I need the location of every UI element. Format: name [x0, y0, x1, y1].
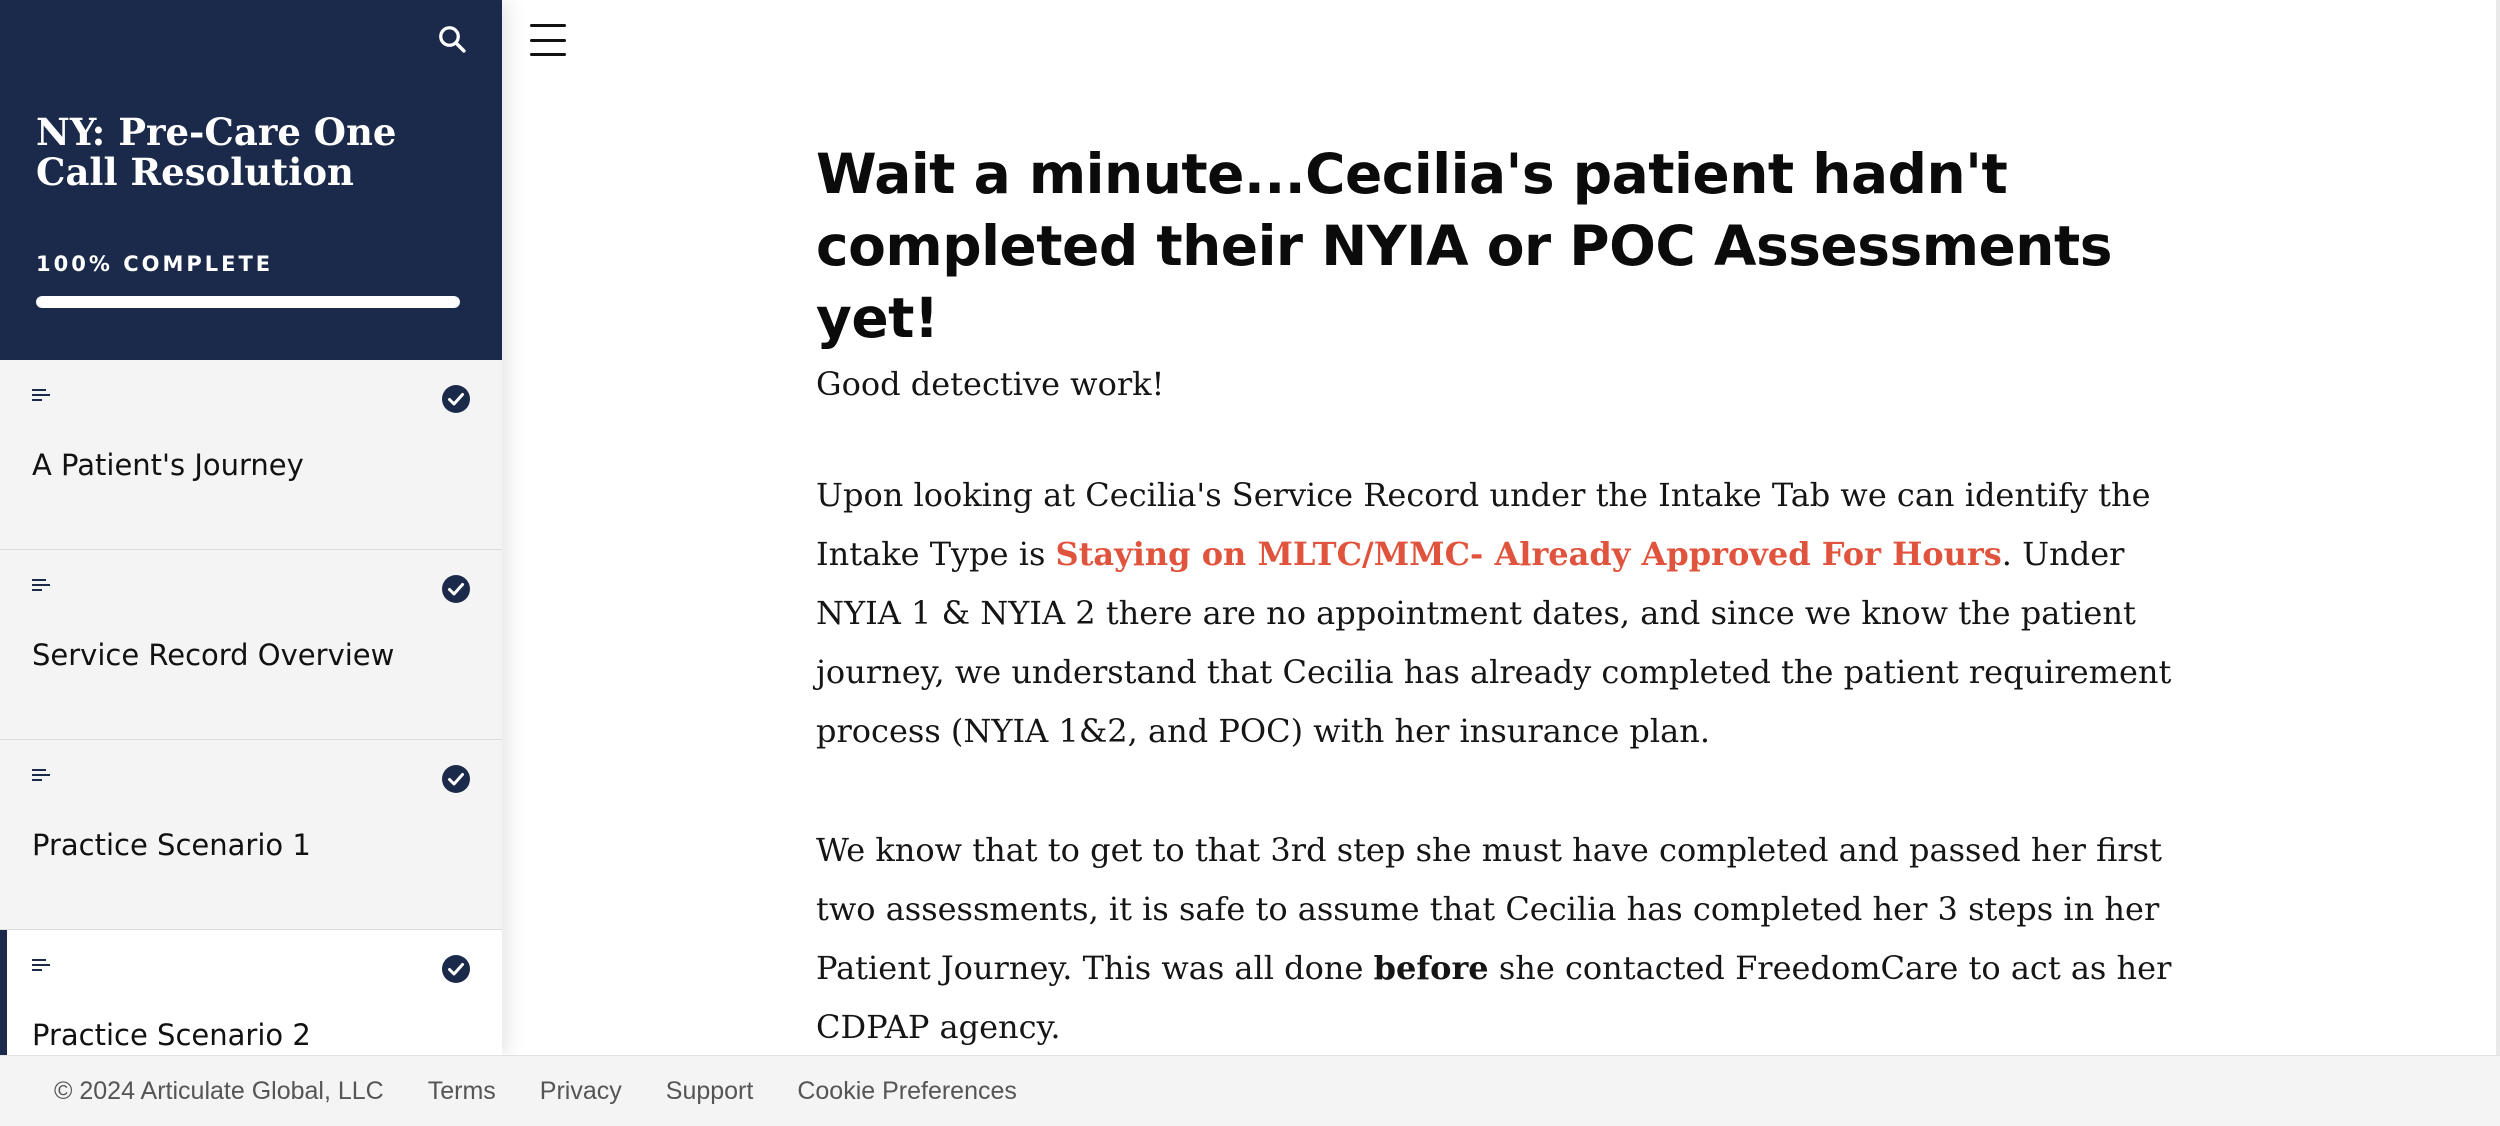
- progress-bar: [36, 296, 460, 308]
- lesson-heading: Wait a minute...Cecilia's patient hadn't…: [816, 142, 2113, 350]
- intake-type-highlight: Staying on MLTC/MMC- Already Approved Fo…: [1055, 535, 2002, 573]
- text-lines-icon: [32, 959, 50, 971]
- hamburger-menu-icon: [530, 53, 566, 56]
- text-lines-icon: [32, 389, 50, 401]
- text-lines-icon: [32, 769, 50, 781]
- sidebar-header: NY: Pre-Care One Call Resolution 100% CO…: [0, 0, 502, 360]
- scrollbar[interactable]: [2496, 0, 2500, 1055]
- lesson-title: A Patient's Journey: [32, 448, 304, 482]
- page-footer: © 2024 Articulate Global, LLC Terms Priv…: [0, 1055, 2500, 1126]
- text-lines-icon: [32, 579, 50, 591]
- course-sidebar: NY: Pre-Care One Call Resolution 100% CO…: [0, 0, 502, 1055]
- check-circle-icon: [442, 765, 470, 793]
- paragraph-journey: We know that to get to that 3rd step she…: [816, 821, 2196, 1057]
- menu-toggle-button[interactable]: [530, 24, 570, 56]
- lesson-title: Practice Scenario 1: [32, 828, 311, 862]
- hamburger-menu-icon: [530, 38, 566, 42]
- emphasis-before: before: [1373, 949, 1489, 987]
- footer-link-terms[interactable]: Terms: [428, 1077, 496, 1106]
- lesson-item[interactable]: Practice Scenario 1: [0, 740, 502, 930]
- check-circle-icon: [442, 575, 470, 603]
- progress-bar-fill: [36, 296, 460, 308]
- check-circle-icon: [442, 955, 470, 983]
- lesson-title: Practice Scenario 2: [32, 1018, 311, 1052]
- search-icon: [439, 26, 466, 53]
- lesson-item[interactable]: Service Record Overview: [0, 550, 502, 740]
- lead-text: Good detective work!: [816, 365, 1165, 403]
- lesson-item-active[interactable]: Practice Scenario 2: [0, 930, 502, 1055]
- check-circle-icon: [442, 385, 470, 413]
- lesson-content: Wait a minute...Cecilia's patient hadn't…: [816, 138, 2196, 1057]
- course-title: NY: Pre-Care One Call Resolution: [36, 110, 397, 194]
- paragraph-intake: Upon looking at Cecilia's Service Record…: [816, 466, 2196, 761]
- footer-link-cookie-preferences[interactable]: Cookie Preferences: [797, 1077, 1017, 1106]
- lesson-item[interactable]: A Patient's Journey: [0, 360, 502, 550]
- footer-link-privacy[interactable]: Privacy: [540, 1077, 622, 1106]
- search-button[interactable]: [433, 20, 471, 58]
- footer-link-support[interactable]: Support: [666, 1077, 754, 1106]
- hamburger-menu-icon: [530, 24, 566, 27]
- lesson-title: Service Record Overview: [32, 638, 395, 672]
- lesson-list: A Patient's Journey Service Record Overv…: [0, 360, 502, 1055]
- progress-label: 100% COMPLETE: [36, 252, 274, 276]
- copyright-text: © 2024 Articulate Global, LLC: [54, 1076, 384, 1105]
